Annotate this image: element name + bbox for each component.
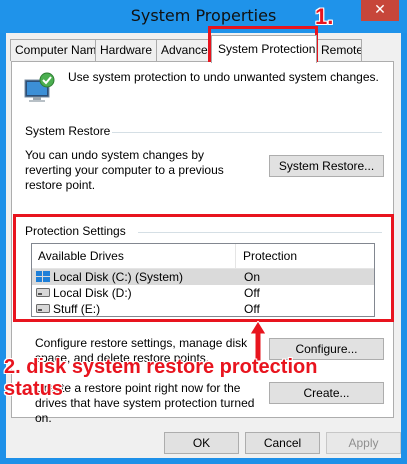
system-restore-description: You can undo system changes by reverting… xyxy=(25,148,224,192)
divider xyxy=(112,132,382,133)
apply-button[interactable]: Apply xyxy=(326,432,401,454)
title-bar[interactable]: System Properties ✕ xyxy=(0,0,407,33)
highlight-box-protection-settings xyxy=(13,214,394,322)
create-description: Create a restore point right now for the… xyxy=(35,381,255,425)
cancel-button[interactable]: Cancel xyxy=(245,432,320,454)
close-button[interactable]: ✕ xyxy=(361,0,399,21)
intro-text: Use system protection to undo unwanted s… xyxy=(68,70,379,84)
tab-system-protection[interactable]: System Protection xyxy=(211,35,317,63)
tab-remote[interactable]: Remote xyxy=(316,39,362,61)
create-button[interactable]: Create... xyxy=(269,382,384,404)
window-title: System Properties xyxy=(130,6,277,25)
tab-computer-name[interactable]: Computer Name xyxy=(10,39,96,61)
tab-advanced[interactable]: Advanced xyxy=(156,39,212,61)
step-1-label: 1. xyxy=(315,4,334,29)
ok-button[interactable]: OK xyxy=(164,432,239,454)
system-restore-label: System Restore xyxy=(25,124,111,138)
close-icon: ✕ xyxy=(374,2,386,18)
step-2-label-continued: status xyxy=(4,378,63,400)
computer-protection-icon xyxy=(24,72,55,102)
step-2-label: 2. disk system restore protection xyxy=(4,356,318,378)
system-restore-button[interactable]: System Restore... xyxy=(269,155,384,177)
tab-hardware[interactable]: Hardware xyxy=(95,39,157,61)
arrow-icon xyxy=(249,321,267,361)
